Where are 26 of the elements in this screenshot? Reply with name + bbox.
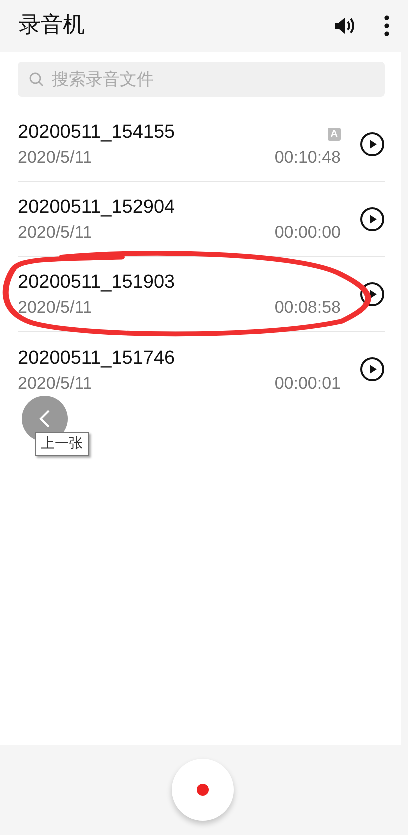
play-icon[interactable] (360, 357, 385, 382)
recording-duration: 00:00:01 (274, 374, 341, 394)
recording-name: 20200511_151746 (18, 348, 176, 370)
recording-date: 2020/5/11 (18, 223, 94, 243)
recording-name: 20200511_152904 (18, 197, 176, 219)
recording-name: 20200511_154155 (18, 122, 176, 144)
play-icon[interactable] (360, 206, 385, 232)
more-icon[interactable] (384, 15, 390, 37)
speaker-icon[interactable] (334, 17, 356, 35)
recording-duration: 00:00:00 (274, 223, 341, 243)
chevron-left-icon (38, 408, 52, 430)
app-title: 录音机 (19, 15, 86, 37)
tooltip: 上一张 (35, 432, 89, 456)
play-icon[interactable] (360, 132, 385, 156)
recording-date: 2020/5/11 (18, 298, 94, 318)
search-input[interactable]: 搜索录音文件 (52, 70, 374, 90)
recording-badge: A (328, 128, 341, 141)
recording-duration: 00:10:48 (274, 148, 341, 168)
recording-date: 2020/5/11 (18, 148, 94, 168)
recording-date: 2020/5/11 (18, 374, 94, 394)
recording-duration: 00:08:58 (274, 298, 341, 318)
play-icon[interactable] (360, 282, 385, 306)
search-field[interactable]: 搜索录音文件 (18, 62, 385, 97)
recording-name: 20200511_151903 (18, 272, 176, 294)
search-icon (29, 72, 44, 87)
record-button[interactable] (172, 759, 234, 821)
